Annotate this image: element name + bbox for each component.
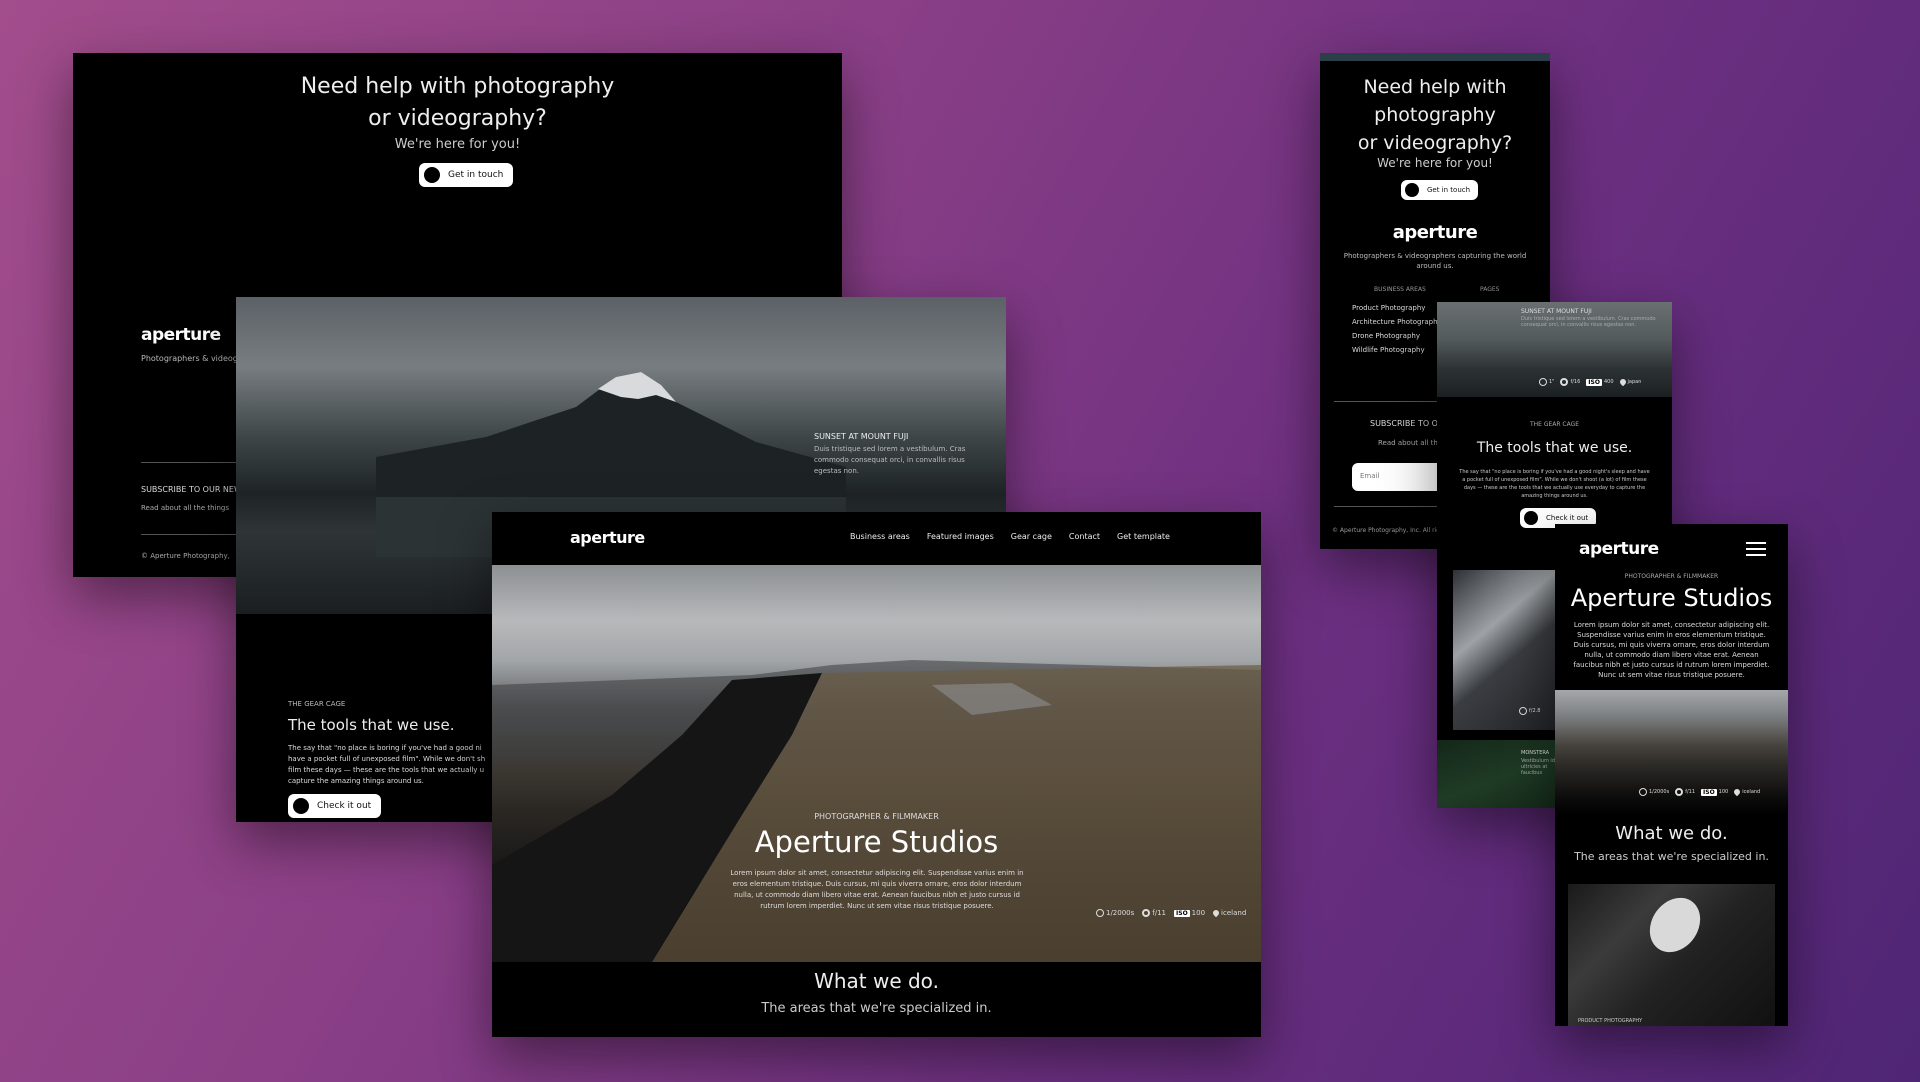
- cta-subtitle: We're here for you!: [394, 137, 521, 152]
- shutter-value: 1/2000s: [1106, 909, 1135, 917]
- gear-eyebrow: THE GEAR CAGE: [288, 700, 346, 708]
- button-dot-icon: [1405, 183, 1419, 197]
- pages-heading: PAGES: [1480, 286, 1500, 293]
- gear-eyebrow: THE GEAR CAGE: [1529, 421, 1580, 428]
- shutter-icon: [1096, 909, 1104, 917]
- gear-laptop-photo: [1453, 570, 1563, 730]
- section-title: What we do.: [814, 969, 939, 993]
- section-subtitle: The areas that we're specialized in.: [1574, 850, 1769, 863]
- aperture-value: f/11: [1152, 909, 1167, 917]
- nav-logo[interactable]: aperture: [570, 528, 645, 547]
- photo-caption-title: SUNSET AT MOUNT FUJI: [1521, 308, 1592, 315]
- button-dot-icon: [424, 167, 440, 183]
- button-label: Get in touch: [1427, 186, 1471, 194]
- check-it-out-button[interactable]: Check it out: [288, 794, 382, 818]
- desktop-hero-screenshot: aperture Business areas Featured images …: [492, 512, 1261, 1037]
- photo-meta: 1/2000s f/11 ISO 100 iceland: [1639, 787, 1761, 797]
- iso-icon: ISO: [1701, 788, 1717, 796]
- hero-eyebrow: PHOTOGRAPHER & FILMMAKER: [1624, 573, 1719, 580]
- aperture-value: f/11: [1685, 789, 1696, 795]
- copyright: © Aperture Photography,: [141, 552, 230, 560]
- hero-eyebrow: PHOTOGRAPHER & FILMMAKER: [814, 812, 939, 821]
- aperture-icon: [1519, 707, 1527, 715]
- subscribe-heading: SUBSCRIBE TO OUR NEW: [141, 485, 242, 494]
- hero-text: Lorem ipsum dolor sit amet, consectetur …: [1573, 621, 1770, 679]
- subscribe-heading: SUBSCRIBE TO O: [1370, 419, 1438, 428]
- hero-title: Aperture Studios: [754, 825, 999, 859]
- location-pin-icon: [1211, 908, 1221, 918]
- location-value: iceland: [1742, 789, 1761, 795]
- photo-caption-title: SUNSET AT MOUNT FUJI: [814, 432, 909, 441]
- hero-photo: [1555, 690, 1788, 815]
- footer-logo[interactable]: aperture: [1320, 222, 1550, 243]
- location-value: japan: [1627, 379, 1642, 385]
- product-caption: PRODUCT PHOTOGRAPHY: [1578, 1018, 1643, 1024]
- aperture-icon: [1675, 788, 1684, 796]
- button-label: Get in touch: [448, 170, 504, 180]
- nav-item-business-areas[interactable]: Business areas: [850, 532, 910, 541]
- get-in-touch-button[interactable]: Get in touch: [1401, 180, 1479, 200]
- nav-logo[interactable]: aperture: [1579, 539, 1659, 559]
- footer-tagline: Photographers & videographers capturing …: [1343, 252, 1527, 270]
- divider: [141, 534, 237, 535]
- aperture-value: f/2.8: [1529, 708, 1541, 714]
- plant-caption-title: MONSTERA: [1521, 750, 1550, 756]
- location-value: iceland: [1221, 909, 1247, 917]
- subscribe-text: Read about all th: [1378, 439, 1438, 447]
- aperture-icon: [1142, 909, 1151, 917]
- photo-caption-text: Duis tristique sed lorem a vestibulum. C…: [1521, 316, 1656, 328]
- cta-title: Need help with photography or videograph…: [1357, 76, 1513, 154]
- iso-value: 100: [1191, 909, 1206, 917]
- iso-value: 100: [1718, 789, 1729, 795]
- hamburger-menu-icon[interactable]: [1746, 542, 1766, 556]
- section-title: What we do.: [1615, 823, 1728, 844]
- aperture-icon: [1560, 378, 1569, 386]
- button-dot-icon: [1524, 511, 1538, 525]
- business-areas-heading: BUSINESS AREAS: [1374, 286, 1426, 293]
- iso-icon: ISO: [1174, 909, 1190, 917]
- top-nav: aperture Business areas Featured images …: [492, 512, 1261, 565]
- button-label: Check it out: [1546, 514, 1589, 522]
- hero-text: Lorem ipsum dolor sit amet, consectetur …: [730, 869, 1024, 910]
- mobile-hero-screenshot: aperture PHOTOGRAPHER & FILMMAKER Apertu…: [1555, 524, 1788, 1026]
- footer-logo[interactable]: aperture: [141, 325, 221, 345]
- photo-meta: 1" f/16 ISO 400 japan: [1539, 377, 1642, 387]
- subscribe-text: Read about all the things: [141, 504, 230, 512]
- nav-item-featured-images[interactable]: Featured images: [927, 532, 994, 541]
- footer-tagline: Photographers & videogr: [141, 354, 242, 363]
- iso-icon: ISO: [1586, 378, 1602, 386]
- hero-title: Aperture Studios: [1570, 584, 1773, 612]
- gear-title: The tools that we use.: [288, 716, 455, 734]
- location-pin-icon: [1618, 377, 1627, 387]
- nav-item-gear-cage[interactable]: Gear cage: [1011, 532, 1052, 541]
- photo-meta: 1/2000s f/11 ISO 100 iceland: [1096, 908, 1247, 918]
- button-dot-icon: [293, 798, 309, 814]
- location-pin-icon: [1732, 787, 1742, 797]
- cta-title: Need help with photography or videograph…: [300, 74, 615, 131]
- laptop-photo-meta: f/2.8: [1519, 707, 1540, 715]
- photo-strip: [1320, 53, 1550, 61]
- shutter-icon: [1639, 788, 1647, 796]
- button-label: Check it out: [317, 801, 372, 811]
- iso-value: 400: [1603, 379, 1614, 385]
- shutter-value: 1": [1549, 379, 1555, 385]
- shutter-icon: [1539, 378, 1547, 386]
- photo-caption-text: Duis tristique sed lorem a vestibulum. C…: [814, 445, 966, 475]
- gear-text: The say that "no place is boring if you'…: [288, 744, 486, 785]
- divider: [141, 462, 237, 463]
- nav-item-contact[interactable]: Contact: [1069, 532, 1100, 541]
- section-subtitle: The areas that we're specialized in.: [761, 1001, 992, 1016]
- cta-subtitle: We're here for you!: [1377, 156, 1493, 170]
- nav-menu: Business areas Featured images Gear cage…: [850, 532, 1187, 541]
- gear-title: The tools that we use.: [1476, 440, 1633, 456]
- nav-item-get-template[interactable]: Get template: [1117, 532, 1170, 541]
- shutter-value: 1/2000s: [1649, 789, 1670, 795]
- get-in-touch-button[interactable]: Get in touch: [419, 163, 514, 187]
- gear-text: The say that "no place is boring if you'…: [1459, 469, 1650, 499]
- aperture-value: f/16: [1570, 379, 1581, 385]
